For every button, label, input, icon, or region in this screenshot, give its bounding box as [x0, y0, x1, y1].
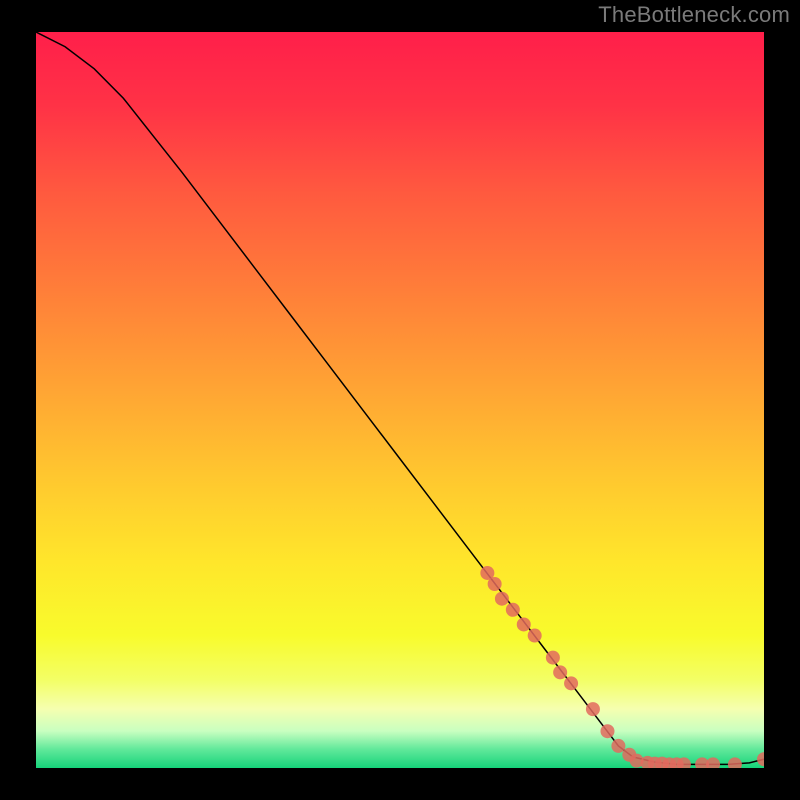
scatter-point — [600, 724, 614, 738]
plot-area — [36, 32, 764, 768]
scatter-point — [495, 592, 509, 606]
scatter-point — [611, 739, 625, 753]
chart-frame: TheBottleneck.com — [0, 0, 800, 800]
scatter-point — [517, 617, 531, 631]
scatter-point — [553, 665, 567, 679]
scatter-point — [564, 676, 578, 690]
watermark-label: TheBottleneck.com — [598, 2, 790, 28]
scatter-point — [506, 603, 520, 617]
gradient-background — [36, 32, 764, 768]
scatter-point — [586, 702, 600, 716]
scatter-point — [528, 629, 542, 643]
scatter-point — [546, 651, 560, 665]
scatter-point — [488, 577, 502, 591]
chart-svg — [36, 32, 764, 768]
